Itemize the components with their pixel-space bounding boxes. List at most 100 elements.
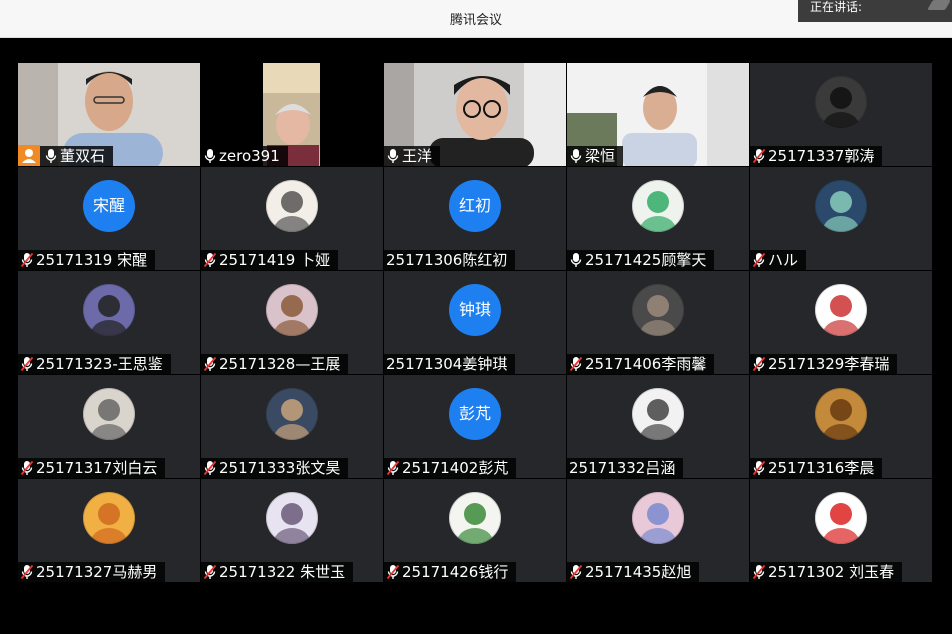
participant-tile[interactable]: zero391 [201,63,383,166]
participant-grid: 董双石 zero391 王洋 梁恒 25171337郭涛宋醒 25171319 宋醒 251… [18,63,932,582]
participant-label: 25171317刘白云 [18,458,166,478]
avatar [83,492,135,544]
participant-tile[interactable]: 钟琪 25171304姜钟琪 [384,271,566,374]
avatar [632,180,684,232]
participant-name: 25171426钱行 [402,563,509,581]
participant-tile[interactable]: ハル [750,167,932,270]
participant-name: 25171425顾擎天 [585,251,707,269]
participant-name: 25171302 刘玉春 [768,563,895,581]
participant-name: 25171329李春瑞 [768,355,890,373]
avatar [815,284,867,336]
participant-name: 梁恒 [585,147,616,165]
mic-icon [44,148,58,164]
participant-name: 25171323-王思鉴 [36,355,163,373]
participant-tile[interactable]: 25171323-王思鉴 [18,271,200,374]
participant-tile[interactable]: 25171302 刘玉春 [750,479,932,582]
avatar [83,388,135,440]
participant-tile[interactable]: 梁恒 [567,63,749,166]
host-icon [18,145,40,166]
participant-tile[interactable]: 25171328—王展 [201,271,383,374]
participant-tile[interactable]: 彭芃 25171402彭芃 [384,375,566,478]
participant-label: 25171419 卜娅 [201,250,339,270]
mic-muted-icon [203,252,217,268]
avatar [266,492,318,544]
participant-label: 25171302 刘玉春 [750,562,903,582]
participant-tile[interactable]: 25171332吕涵 [567,375,749,478]
participant-tile[interactable]: 25171329李春瑞 [750,271,932,374]
participant-label: 25171322 朱世玉 [201,562,354,582]
participant-tile[interactable]: 25171316李晨 [750,375,932,478]
participant-name: 25171332吕涵 [569,459,676,477]
mic-muted-icon [203,460,217,476]
avatar: 彭芃 [449,388,501,440]
participant-tile[interactable]: 25171425顾擎天 [567,167,749,270]
mic-muted-icon [203,356,217,372]
mic-muted-icon [569,356,583,372]
participant-tile[interactable]: 25171317刘白云 [18,375,200,478]
avatar [266,388,318,440]
speaking-indicator: 正在讲话: [798,0,952,22]
mic-muted-icon [20,356,34,372]
participant-name: 25171319 宋醒 [36,251,148,269]
participant-tile[interactable]: 董双石 [18,63,200,166]
participant-label: 25171304姜钟琪 [384,354,516,374]
avatar [632,492,684,544]
mic-muted-icon [752,356,766,372]
pen-icon[interactable] [927,0,951,10]
mic-muted-icon [20,564,34,580]
participant-label: 25171426钱行 [384,562,517,582]
participant-tile[interactable]: 王洋 [384,63,566,166]
participant-label: ハル [750,250,807,270]
mic-muted-icon [752,148,766,164]
participant-label: 25171402彭芃 [384,458,517,478]
participant-tile[interactable]: 25171337郭涛 [750,63,932,166]
participant-tile[interactable]: 宋醒 25171319 宋醒 [18,167,200,270]
participant-tile[interactable]: 25171333张文昊 [201,375,383,478]
participant-name: 25171322 朱世玉 [219,563,346,581]
avatar: 钟琪 [449,284,501,336]
avatar [266,284,318,336]
participant-label: 25171316李晨 [750,458,883,478]
mic-icon [569,252,583,268]
participant-label: 25171329李春瑞 [750,354,898,374]
participant-label: 25171425顾擎天 [567,250,715,270]
mic-icon [569,148,583,164]
participant-label: 25171328—王展 [201,354,349,374]
avatar [83,284,135,336]
participant-name: 25171406李雨馨 [585,355,707,373]
participant-tile[interactable]: 25171435赵旭 [567,479,749,582]
avatar [815,76,867,128]
avatar [449,492,501,544]
participant-tile[interactable]: 25171426钱行 [384,479,566,582]
participant-name: 25171316李晨 [768,459,875,477]
participant-name: 25171435赵旭 [585,563,692,581]
participant-name: 25171304姜钟琪 [386,355,508,373]
mic-icon [386,148,400,164]
participant-name: 25171317刘白云 [36,459,158,477]
participant-label: 25171327马赫男 [18,562,166,582]
participant-tile[interactable]: 25171406李雨馨 [567,271,749,374]
participant-tile[interactable]: 25171322 朱世玉 [201,479,383,582]
avatar [266,180,318,232]
participant-label: 25171333张文昊 [201,458,349,478]
mic-muted-icon [569,564,583,580]
mic-muted-icon [20,460,34,476]
participant-name: 25171306陈红初 [386,251,508,269]
avatar [632,388,684,440]
mic-muted-icon [20,252,34,268]
participant-label: 25171435赵旭 [567,562,700,582]
participant-name: 王洋 [402,147,433,165]
participant-label: 25171337郭涛 [750,146,883,166]
mic-muted-icon [752,252,766,268]
participant-tile[interactable]: 红初 25171306陈红初 [384,167,566,270]
mic-muted-icon [203,564,217,580]
participant-label: 25171406李雨馨 [567,354,715,374]
participant-tile[interactable]: 25171327马赫男 [18,479,200,582]
participant-label: 25171323-王思鉴 [18,354,171,374]
avatar [815,180,867,232]
avatar: 宋醒 [83,180,135,232]
participant-name: zero391 [219,147,280,165]
participant-name: 25171327马赫男 [36,563,158,581]
participant-tile[interactable]: 25171419 卜娅 [201,167,383,270]
mic-muted-icon [386,460,400,476]
